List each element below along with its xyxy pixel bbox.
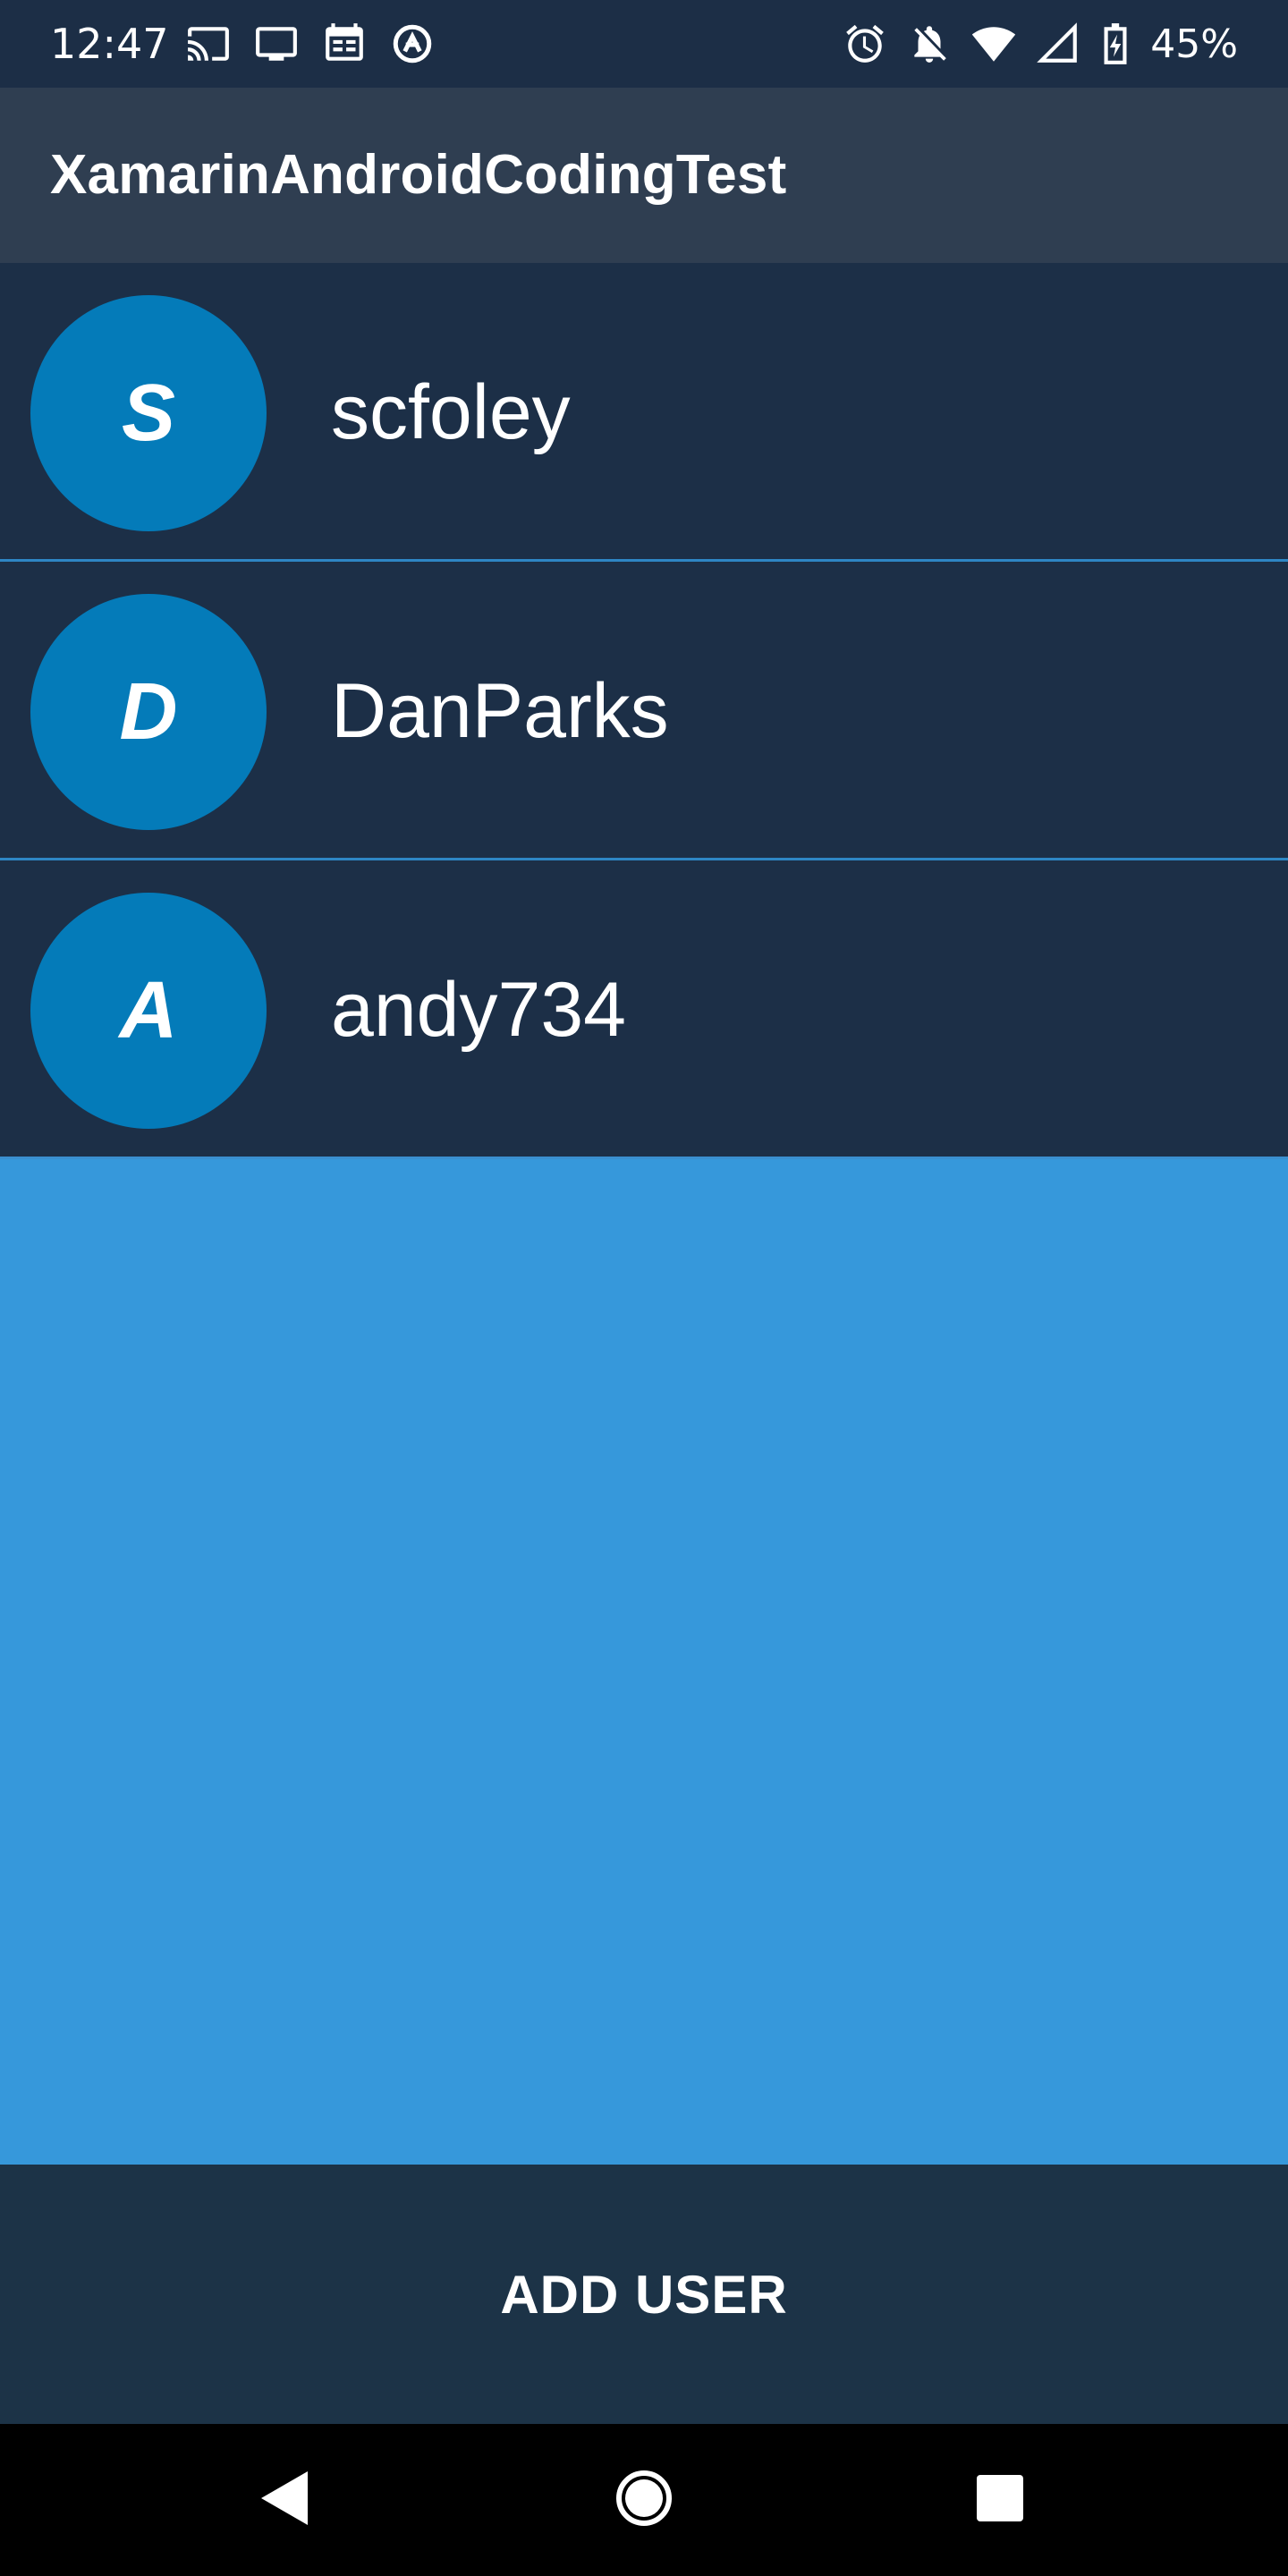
status-time: 12:47 [50,20,169,68]
list-item[interactable]: D DanParks [0,562,1288,860]
username: scfoley [331,369,571,455]
monitor-icon [254,21,299,66]
battery-percent: 45% [1150,21,1238,67]
navigation-bar [0,2424,1288,2576]
recents-button[interactable] [911,2424,1089,2576]
avatar: A [30,893,267,1129]
signal-icon [1036,21,1080,66]
battery-charging-icon [1100,21,1131,66]
status-right-icons: 45% [843,0,1238,88]
avatar: D [30,594,267,830]
cast-icon [186,21,231,66]
wifi-icon [971,21,1016,66]
back-button[interactable] [195,2424,374,2576]
calendar-icon [322,21,367,66]
username: DanParks [331,668,669,754]
notifications-off-icon [907,21,952,66]
status-left-icons [186,21,435,66]
list-item[interactable]: A andy734 [0,860,1288,1159]
alarm-icon [843,21,887,66]
list-item[interactable]: S scfoley [0,263,1288,562]
avatar: S [30,295,267,531]
back-icon [258,2470,311,2531]
home-icon [614,2469,674,2532]
username: andy734 [331,967,626,1053]
vpn-icon [390,21,435,66]
recents-icon [975,2473,1025,2528]
add-user-button[interactable]: ADD USER [0,2165,1288,2424]
user-list: S scfoley D DanParks A andy734 [0,263,1288,1159]
app-bar: XamarinAndroidCodingTest [0,88,1288,263]
status-bar: 12:47 45% [0,0,1288,88]
app-title: XamarinAndroidCodingTest [50,144,787,206]
home-button[interactable] [555,2424,733,2576]
